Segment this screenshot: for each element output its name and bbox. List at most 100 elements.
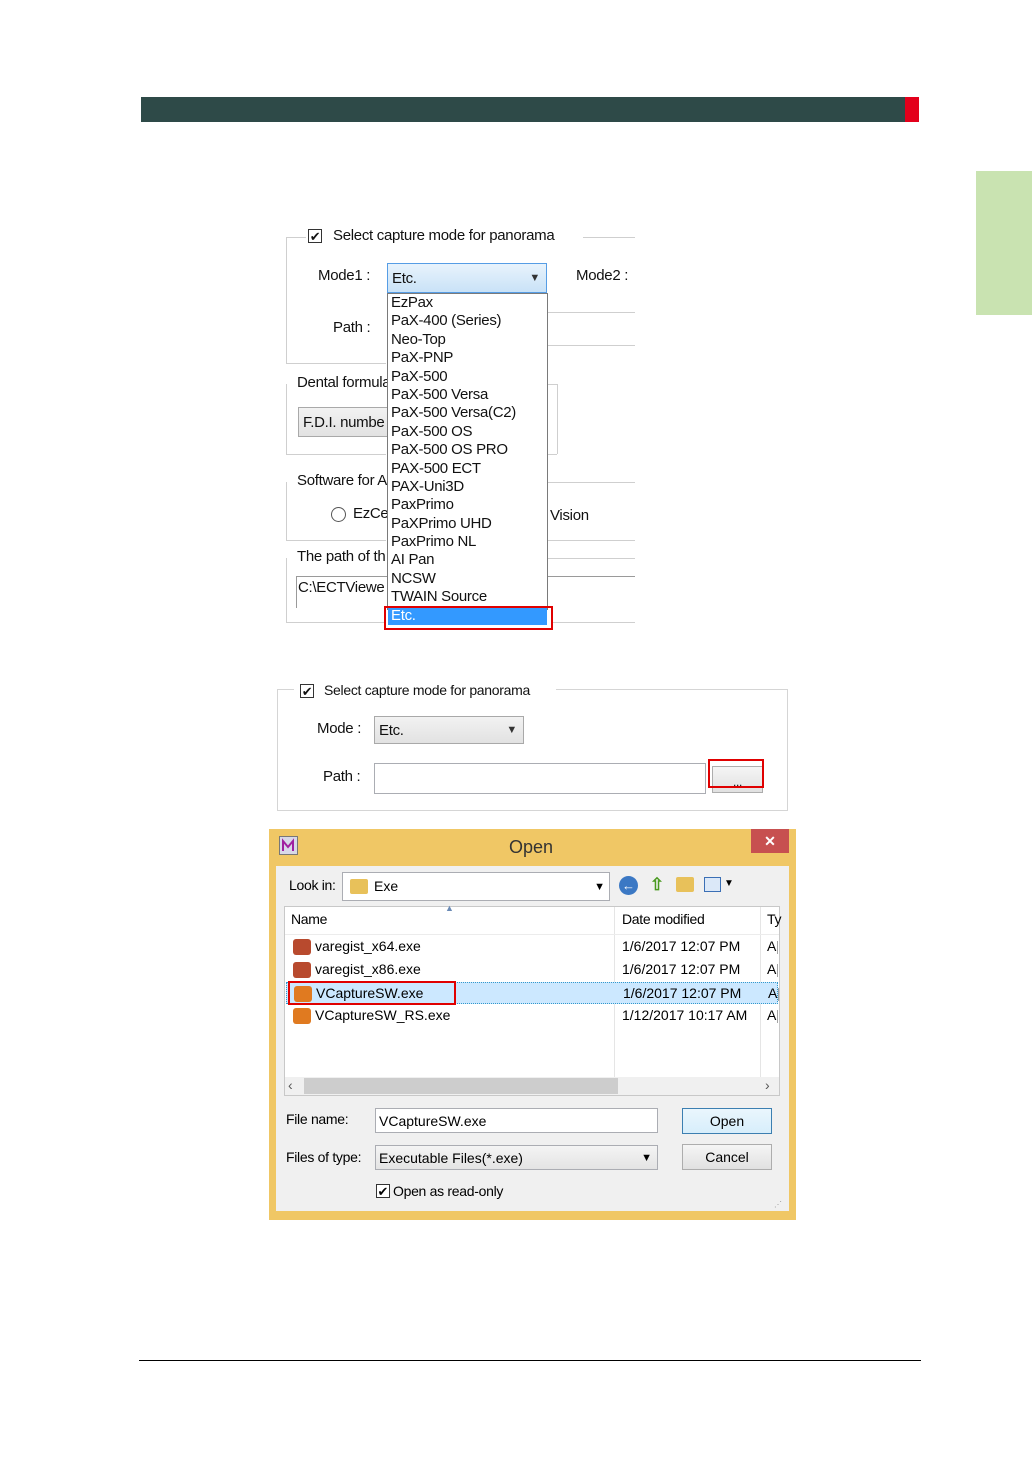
file-row[interactable]: varegist_x64.exe 1/6/2017 12:07 PM A| — [286, 936, 778, 958]
capture-mode-label: Select capture mode for panorama — [333, 227, 555, 244]
file-row[interactable]: VCaptureSW_RS.exe 1/12/2017 10:17 AM A| — [286, 1005, 778, 1027]
group-frame — [286, 482, 287, 540]
file-type: A| — [767, 961, 778, 977]
dropdown-item[interactable]: PAX-500 ECT — [388, 460, 547, 478]
dropdown-item[interactable]: AI Pan — [388, 551, 547, 569]
file-name: varegist_x86.exe — [315, 961, 421, 977]
group-frame — [557, 384, 558, 454]
open-button[interactable]: Open — [682, 1108, 772, 1134]
highlight-frame — [708, 759, 764, 788]
mode-value: Etc. — [379, 721, 404, 739]
mode2-label: Mode2 : — [576, 267, 629, 284]
mode-select[interactable]: Etc. ▼ — [374, 716, 524, 744]
mode1-select[interactable]: Etc. ▼ — [387, 263, 547, 293]
look-in-select[interactable]: Exe ▼ — [342, 872, 610, 901]
dialog-title: Open — [509, 837, 554, 857]
dropdown-item[interactable]: PaX-PNP — [388, 349, 547, 367]
path-field-edge — [547, 345, 635, 346]
group-frame — [547, 558, 635, 559]
path-field-edge — [547, 576, 635, 577]
highlight-frame — [384, 606, 553, 630]
software-label: Software for A — [297, 472, 388, 489]
dropdown-item[interactable]: EzPax — [388, 294, 547, 312]
close-button[interactable]: ✕ — [751, 829, 789, 853]
software-radio-ezce[interactable] — [331, 507, 346, 522]
new-folder-icon[interactable] — [676, 877, 694, 892]
mode1-label: Mode1 : — [318, 267, 371, 284]
dropdown-item[interactable]: PaxPrimo — [388, 496, 547, 514]
files-of-type-select[interactable]: Executable Files(*.exe) ▼ — [375, 1145, 658, 1170]
file-name-input[interactable]: VCaptureSW.exe — [375, 1108, 658, 1133]
file-date: 1/12/2017 10:17 AM — [622, 1007, 748, 1023]
viewer-path-value: C:\ECTViewe — [298, 579, 385, 596]
dropdown-item[interactable]: TWAIN Source — [388, 588, 547, 606]
path-field-edge — [547, 312, 635, 313]
chevron-down-icon: ▼ — [594, 881, 605, 893]
group-frame — [286, 384, 287, 454]
capture-mode-checkbox-2[interactable]: ✔ — [300, 684, 314, 698]
file-date: 1/6/2017 12:07 PM — [623, 985, 742, 1001]
files-of-type-label: Files of type: — [286, 1149, 362, 1165]
chevron-down-icon: ▼ — [641, 1152, 652, 1164]
dental-formula-select[interactable]: F.D.I. numbe — [298, 407, 388, 437]
dropdown-item[interactable]: PaX-500 OS — [388, 423, 547, 441]
mode-label: Mode : — [317, 720, 362, 737]
capture-mode-checkbox[interactable]: ✔ — [308, 229, 322, 243]
dropdown-item[interactable]: NCSW — [388, 570, 547, 588]
header-accent — [905, 97, 919, 122]
resize-grip-icon[interactable]: ⋰ — [774, 1200, 782, 1209]
software-radio-ezce-label: EzCe — [353, 505, 389, 522]
dropdown-item[interactable]: PaX-400 (Series) — [388, 312, 547, 330]
exe-file-icon — [293, 939, 311, 955]
chevron-down-icon: ▼ — [724, 878, 734, 889]
software-radio-vision-label: Vision — [550, 507, 589, 524]
dropdown-item[interactable]: PAX-Uni3D — [388, 478, 547, 496]
dropdown-item[interactable]: PaX-500 Versa — [388, 386, 547, 404]
group-frame — [547, 482, 635, 483]
dropdown-item[interactable]: PaxPrimo NL — [388, 533, 547, 551]
file-row[interactable]: varegist_x86.exe 1/6/2017 12:07 PM A| — [286, 959, 778, 981]
dental-formula-value: F.D.I. numbe — [303, 413, 385, 431]
file-name: VCaptureSW_RS.exe — [315, 1007, 451, 1023]
dropdown-item[interactable]: PaX-500 — [388, 368, 547, 386]
viewer-path-input[interactable]: C:\ECTViewe — [296, 576, 388, 608]
group-frame — [547, 384, 557, 385]
up-folder-icon[interactable]: ⇧ — [647, 875, 667, 895]
column-header-type[interactable]: Ty — [767, 911, 781, 927]
back-icon[interactable]: ← — [619, 876, 638, 895]
view-menu-icon[interactable] — [704, 877, 721, 892]
header-bar — [141, 97, 905, 122]
path-label: Path : — [333, 319, 371, 336]
file-name-label: File name: — [286, 1111, 349, 1127]
group-frame — [547, 540, 635, 541]
column-header-date[interactable]: Date modified — [622, 911, 705, 927]
mode1-value: Etc. — [392, 269, 417, 287]
scrollbar-thumb[interactable] — [304, 1078, 618, 1094]
dropdown-item[interactable]: PaX-500 OS PRO — [388, 441, 547, 459]
file-date: 1/6/2017 12:07 PM — [622, 961, 741, 977]
scroll-left-icon[interactable]: ‹ — [288, 1077, 293, 1093]
path-label-2: Path : — [323, 768, 361, 785]
group-frame — [286, 558, 287, 622]
group-frame — [547, 454, 557, 455]
exe-file-icon — [293, 1008, 311, 1024]
read-only-label: Open as read-only — [393, 1183, 504, 1199]
group-frame — [553, 622, 635, 623]
path-input[interactable] — [374, 763, 706, 794]
dropdown-item[interactable]: PaXPrimo UHD — [388, 515, 547, 533]
files-of-type-value: Executable Files(*.exe) — [379, 1149, 523, 1166]
column-header-name[interactable]: Name — [291, 911, 327, 927]
cancel-button[interactable]: Cancel — [682, 1144, 772, 1170]
highlight-frame — [288, 981, 456, 1005]
group-frame — [286, 540, 386, 541]
dropdown-item[interactable]: PaX-500 Versa(C2) — [388, 404, 547, 422]
dropdown-item[interactable]: Neo-Top — [388, 331, 547, 349]
mode1-dropdown-list: EzPax PaX-400 (Series) Neo-Top PaX-PNP PaX-5… — [387, 293, 548, 626]
file-type: A| — [768, 985, 779, 1001]
look-in-value: Exe — [374, 878, 399, 894]
footer-rule — [139, 1360, 921, 1361]
exe-file-icon — [293, 962, 311, 978]
chevron-down-icon: ▼ — [529, 272, 540, 284]
scroll-right-icon[interactable]: › — [765, 1077, 770, 1093]
read-only-checkbox[interactable]: ✔ — [376, 1184, 390, 1198]
